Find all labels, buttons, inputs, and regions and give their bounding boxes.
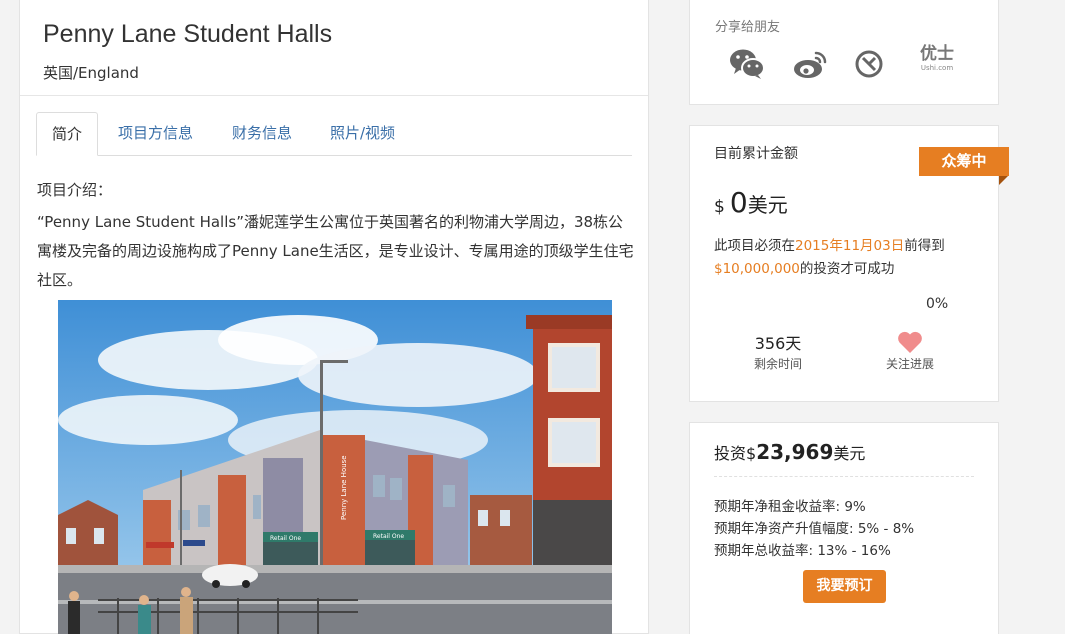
total-yield: 预期年总收益率: 13% - 16%	[714, 543, 891, 559]
header-divider	[20, 95, 648, 96]
ribbon-fold	[999, 176, 1008, 185]
tab-financial-info[interactable]: 财务信息	[232, 112, 292, 156]
deadline-date: 2015年11月03日	[795, 238, 905, 254]
wechat-icon[interactable]	[727, 44, 767, 84]
funding-condition: 此项目必须在2015年11月03日前得到$10,000,000的投资才可成功	[714, 238, 945, 277]
funding-label: 目前累计金额	[714, 146, 798, 162]
rental-yield: 预期年净租金收益率: 9%	[714, 499, 866, 515]
target-amount: $10,000,000	[714, 261, 800, 277]
project-title: Penny Lane Student Halls	[43, 20, 333, 48]
weibo-icon[interactable]	[790, 44, 830, 84]
invest-card: 投资$23,969美元 预期年净租金收益率: 9% 预期年净资产升值幅度: 5%…	[689, 422, 999, 634]
funding-card: 目前累计金额 众筹中 $ 0美元 此项目必须在2015年11月03日前得到$10…	[689, 125, 1009, 402]
status-badge: 众筹中	[919, 147, 1009, 176]
intro-label: 项目介绍：	[37, 181, 113, 199]
circle-share-icon[interactable]	[849, 44, 889, 84]
follow-progress-label[interactable]: 关注进展	[870, 355, 950, 372]
divider	[714, 476, 974, 477]
appreciation-rate: 预期年净资产升值幅度: 5% - 8%	[714, 521, 915, 537]
project-panel: Penny Lane Student Halls 英国/England 简介 项…	[19, 0, 649, 634]
raised-amount: $ 0美元	[714, 186, 788, 219]
ushi-icon[interactable]: 优士 Ushi.com	[912, 44, 962, 84]
progress-percent: 0%	[926, 296, 949, 312]
share-card: 分享给朋友 优士 Ushi.com	[689, 0, 999, 105]
building-sign: Penny Lane House	[340, 455, 348, 520]
invest-amount: 投资$23,969美元	[714, 440, 866, 464]
retail-sign-1: Retail One	[270, 535, 301, 542]
days-left-label: 剩余时间	[753, 357, 802, 371]
days-left: 356天	[754, 334, 802, 353]
heart-icon[interactable]	[897, 330, 923, 354]
project-photo: Penny Lane House Retail One Retail One	[58, 300, 612, 634]
reserve-button[interactable]: 我要预订	[803, 570, 886, 603]
tab-sponsor-info[interactable]: 项目方信息	[118, 112, 193, 156]
tab-bar: 简介 项目方信息 财务信息 照片/视频	[36, 112, 632, 156]
share-label: 分享给朋友	[715, 20, 781, 35]
project-location: 英国/England	[43, 64, 139, 82]
tab-intro[interactable]: 简介	[36, 112, 99, 156]
tab-photos-videos[interactable]: 照片/视频	[330, 112, 395, 156]
project-description: “Penny Lane Student Halls”潘妮莲学生公寓位于英国著名的…	[37, 213, 634, 289]
retail-sign-2: Retail One	[373, 533, 404, 540]
